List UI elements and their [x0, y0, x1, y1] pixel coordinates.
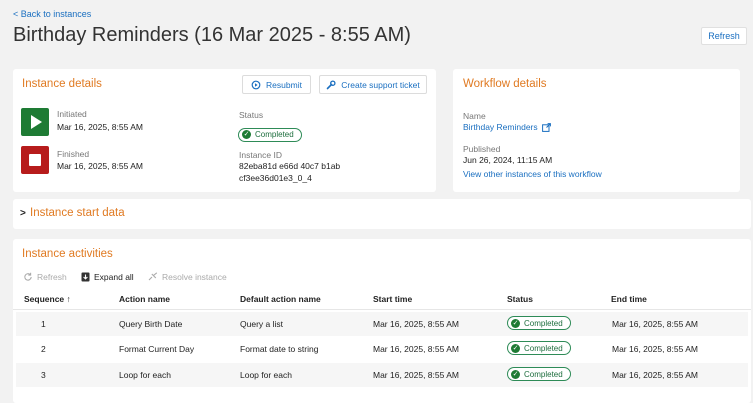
view-other-instances-link[interactable]: View other instances of this workflow: [463, 169, 602, 179]
create-support-ticket-button[interactable]: Create support ticket: [319, 75, 427, 94]
row-status-badge: ✓ Completed: [507, 341, 571, 355]
check-icon: ✓: [511, 369, 520, 379]
resolve-instance-label: Resolve instance: [162, 272, 227, 282]
instance-activities-card: Instance activities Refresh Expand all R…: [13, 239, 751, 403]
instance-details-card: Instance details Resubmit Create support…: [13, 69, 436, 192]
row-start-time: Mar 16, 2025, 8:55 AM: [373, 370, 459, 380]
back-to-instances-link[interactable]: < Back to instances: [13, 9, 91, 19]
instance-id-line2: cf3ee36d01e3_0_4: [239, 173, 312, 183]
refresh-icon: [24, 272, 32, 281]
published-label: Published: [463, 144, 501, 154]
initiated-value: Mar 16, 2025, 8:55 AM: [57, 122, 143, 132]
expand-all-icon: [81, 272, 90, 282]
check-icon: ✓: [242, 130, 251, 139]
stop-icon: [21, 146, 49, 174]
row-end-time: Mar 16, 2025, 8:55 AM: [612, 344, 698, 354]
table-row[interactable]: 1 Query Birth Date Query a list Mar 16, …: [16, 312, 748, 336]
workflow-name-value: Birthday Reminders: [463, 122, 538, 132]
row-action-name: Query Birth Date: [119, 319, 183, 329]
row-default-action-name: Loop for each: [240, 370, 292, 380]
row-start-time: Mar 16, 2025, 8:55 AM: [373, 344, 459, 354]
workflow-details-card: Workflow details Name Birthday Reminders…: [453, 69, 740, 192]
workflow-name-label: Name: [463, 111, 486, 121]
workflow-details-title: Workflow details: [463, 78, 547, 90]
activities-refresh-label: Refresh: [37, 272, 67, 282]
workflow-name-link[interactable]: Birthday Reminders: [463, 122, 551, 132]
column-header-action-name[interactable]: Action name: [119, 294, 170, 304]
row-status-label: Completed: [524, 318, 563, 328]
table-header-divider: [13, 309, 751, 310]
resubmit-label: Resubmit: [266, 79, 302, 90]
row-action-name: Loop for each: [119, 370, 171, 380]
instance-start-data-title: Instance start data: [30, 207, 125, 219]
row-status-label: Completed: [524, 369, 563, 379]
resubmit-icon: [251, 80, 261, 89]
initiated-label: Initiated: [57, 109, 87, 119]
activities-refresh-button[interactable]: Refresh: [23, 272, 67, 282]
play-icon: [21, 108, 49, 136]
row-sequence: 2: [41, 344, 46, 354]
row-sequence: 1: [41, 319, 46, 329]
row-end-time: Mar 16, 2025, 8:55 AM: [612, 319, 698, 329]
chevron-right-icon: >: [20, 208, 26, 219]
refresh-button-label: Refresh: [708, 31, 740, 41]
status-label: Status: [239, 110, 264, 120]
instance-activities-title: Instance activities: [22, 248, 113, 260]
column-header-start-time[interactable]: Start time: [373, 294, 412, 304]
external-link-icon: [541, 122, 551, 132]
row-end-time: Mar 16, 2025, 8:55 AM: [612, 370, 698, 380]
row-sequence: 3: [41, 370, 46, 380]
row-status-badge: ✓ Completed: [507, 367, 571, 381]
create-support-ticket-label: Create support ticket: [341, 79, 420, 90]
resubmit-button[interactable]: Resubmit: [242, 75, 311, 94]
expand-all-label: Expand all: [94, 272, 134, 282]
table-row[interactable]: 3 Loop for each Loop for each Mar 16, 20…: [16, 363, 748, 387]
row-status-badge: ✓ Completed: [507, 316, 571, 330]
instance-id-label: Instance ID: [239, 150, 282, 160]
instance-start-data-section[interactable]: > Instance start data: [13, 199, 751, 229]
instance-id-line1: 82eba81d e66d 40c7 b1ab: [239, 161, 341, 171]
row-default-action-name: Format date to string: [240, 344, 319, 354]
row-status-label: Completed: [524, 343, 563, 353]
status-badge-label: Completed: [255, 130, 294, 139]
column-header-end-time[interactable]: End time: [611, 294, 647, 304]
wrench-icon: [326, 79, 336, 89]
row-start-time: Mar 16, 2025, 8:55 AM: [373, 319, 459, 329]
status-badge: ✓ Completed: [238, 123, 302, 142]
check-icon: ✓: [511, 318, 520, 328]
resolve-instance-button[interactable]: Resolve instance: [148, 272, 227, 282]
column-header-default-action-name[interactable]: Default action name: [240, 294, 321, 304]
column-header-status[interactable]: Status: [507, 294, 533, 304]
page-title: Birthday Reminders (16 Mar 2025 - 8:55 A…: [13, 24, 411, 46]
row-default-action-name: Query a list: [240, 319, 283, 329]
refresh-button[interactable]: Refresh: [701, 27, 747, 45]
check-icon: ✓: [511, 343, 520, 353]
instance-details-title: Instance details: [22, 78, 102, 90]
column-header-sequence[interactable]: Sequence ↑: [24, 294, 71, 304]
table-row[interactable]: 2 Format Current Day Format date to stri…: [16, 337, 748, 361]
finished-label: Finished: [57, 149, 90, 159]
row-action-name: Format Current Day: [119, 344, 195, 354]
finished-value: Mar 16, 2025, 8:55 AM: [57, 161, 143, 171]
resolve-icon: [148, 272, 158, 281]
expand-all-button[interactable]: Expand all: [81, 272, 134, 282]
published-value: Jun 26, 2024, 11:15 AM: [463, 155, 553, 165]
